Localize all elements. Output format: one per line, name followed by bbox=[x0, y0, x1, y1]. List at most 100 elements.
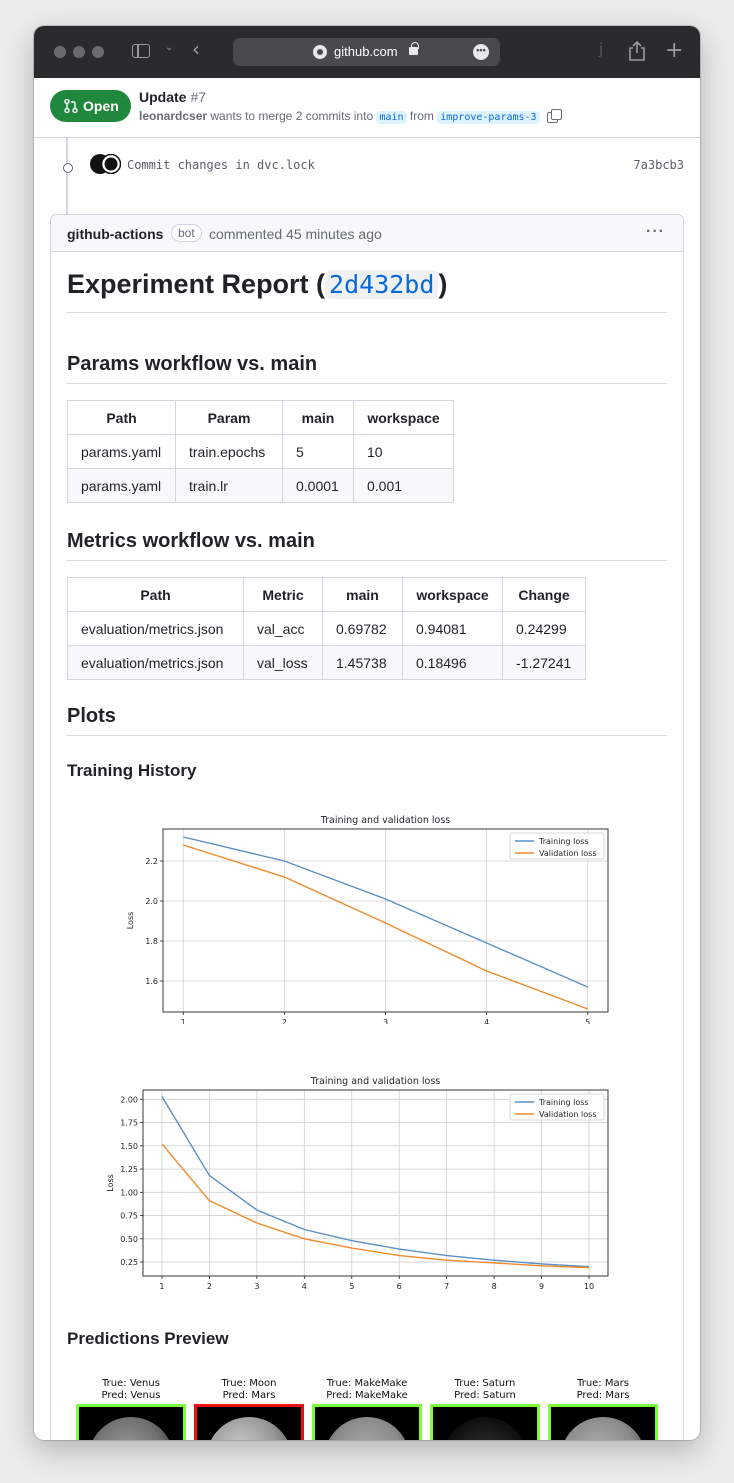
table-cell: 1.45738 bbox=[322, 645, 403, 680]
extension-icon[interactable]: j bbox=[599, 40, 603, 58]
table-header: main bbox=[282, 400, 354, 435]
table-cell: 0.94081 bbox=[402, 611, 503, 646]
new-tab-icon[interactable]: + bbox=[665, 38, 683, 63]
kebab-menu-icon[interactable]: ··· bbox=[646, 223, 665, 241]
sidebar-icon[interactable] bbox=[132, 44, 150, 58]
prediction-image bbox=[430, 1404, 540, 1440]
table-header: Path bbox=[67, 577, 244, 612]
planet-image bbox=[206, 1417, 292, 1440]
lock-icon bbox=[409, 42, 419, 55]
table-header: workspace bbox=[353, 400, 454, 435]
prediction-item: True: Mars Pred: Mars bbox=[548, 1378, 658, 1440]
table-cell: evaluation/metrics.json bbox=[67, 611, 244, 646]
y-tick-label: 0.50 bbox=[120, 1235, 138, 1244]
timeline-line bbox=[66, 138, 68, 218]
table-cell: evaluation/metrics.json bbox=[67, 645, 244, 680]
table-cell: val_acc bbox=[243, 611, 323, 646]
series-line bbox=[161, 1096, 590, 1268]
y-tick-label: 1.00 bbox=[120, 1188, 138, 1197]
table-header: Change bbox=[502, 577, 586, 612]
copy-icon[interactable] bbox=[546, 109, 562, 123]
chevron-down-icon[interactable]: ⌄ bbox=[165, 42, 173, 53]
y-axis-label: Loss bbox=[106, 1174, 115, 1192]
y-tick-label: 2.0 bbox=[145, 897, 158, 906]
legend-label: Validation loss bbox=[539, 849, 597, 858]
comment-timestamp[interactable]: commented 45 minutes ago bbox=[209, 226, 382, 242]
table-cell: 0.0001 bbox=[282, 468, 354, 503]
base-branch[interactable]: main bbox=[376, 111, 407, 124]
share-icon[interactable] bbox=[628, 40, 646, 62]
y-tick-label: 1.50 bbox=[120, 1142, 138, 1151]
table-cell: 0.24299 bbox=[502, 611, 586, 646]
loss-chart-5-epochs: 1 2 3 4 5 1.6 1.8 2.0 2.2 Training and validation… bbox=[126, 815, 609, 1024]
address-bar[interactable]: github.com ••• bbox=[233, 38, 500, 66]
x-tick-label: 2 bbox=[207, 1282, 212, 1291]
pr-author-link[interactable]: leonardcser bbox=[139, 109, 207, 123]
x-tick-label: 5 bbox=[585, 1018, 590, 1024]
table-cell: val_loss bbox=[243, 645, 323, 680]
plots-heading: Plots bbox=[67, 705, 116, 727]
head-branch[interactable]: improve-params-3 bbox=[437, 111, 540, 124]
x-tick-label: 3 bbox=[254, 1282, 259, 1291]
more-options-icon[interactable]: ••• bbox=[473, 44, 489, 60]
prediction-pred-label: Pred: Mars bbox=[222, 1390, 276, 1401]
comment-author-link[interactable]: github-actions bbox=[67, 226, 163, 242]
commit-avatar[interactable] bbox=[90, 154, 121, 174]
prediction-pred-label: Pred: Mars bbox=[576, 1390, 630, 1401]
prediction-pred-label: Pred: Saturn bbox=[454, 1390, 516, 1401]
metrics-heading: Metrics workflow vs. main bbox=[67, 530, 315, 552]
params-table: Path Param main workspace params.yaml tr… bbox=[67, 400, 454, 503]
x-tick-label: 5 bbox=[349, 1282, 354, 1291]
prediction-item: True: Saturn Pred: Saturn bbox=[430, 1378, 540, 1440]
prediction-true-label: True: MakeMake bbox=[326, 1378, 408, 1389]
legend-label: Training loss bbox=[538, 1098, 589, 1107]
x-tick-label: 10 bbox=[584, 1282, 594, 1291]
back-icon[interactable]: ‹ bbox=[192, 37, 200, 61]
zoom-window-button[interactable] bbox=[92, 46, 104, 58]
table-row: evaluation/metrics.json val_loss 1.45738… bbox=[67, 645, 586, 680]
table-cell: train.epochs bbox=[175, 434, 283, 469]
close-window-button[interactable] bbox=[54, 46, 66, 58]
url-text: github.com bbox=[334, 44, 398, 59]
prediction-image bbox=[312, 1404, 422, 1440]
planet-image bbox=[442, 1417, 528, 1440]
pull-request-header: Open Update #7 leonardcser wants to merge… bbox=[34, 78, 700, 138]
x-tick-label: 2 bbox=[282, 1018, 287, 1024]
predictions-grid: True: Venus Pred: Venus True: Moon Pred: Ma… bbox=[76, 1378, 666, 1440]
table-header: Param bbox=[175, 400, 283, 435]
y-tick-label: 1.25 bbox=[120, 1165, 138, 1174]
table-cell: 10 bbox=[353, 434, 454, 469]
table-row: params.yaml train.lr 0.0001 0.001 bbox=[67, 468, 454, 503]
pr-title[interactable]: Update #7 bbox=[139, 89, 206, 105]
x-tick-label: 6 bbox=[397, 1282, 402, 1291]
comment-header: github-actions bot commented 45 minutes … bbox=[51, 215, 683, 252]
prediction-image bbox=[76, 1404, 186, 1440]
git-commit-icon bbox=[60, 160, 74, 174]
chart-title: Training and validation loss bbox=[310, 1076, 441, 1087]
table-header: Metric bbox=[243, 577, 323, 612]
bot-badge: bot bbox=[171, 224, 202, 242]
y-tick-label: 1.6 bbox=[145, 977, 158, 986]
table-header: workspace bbox=[402, 577, 503, 612]
legend-label: Training loss bbox=[538, 837, 589, 846]
y-tick-label: 2.2 bbox=[145, 857, 158, 866]
heading-rule bbox=[67, 383, 667, 384]
prediction-pred-label: Pred: Venus bbox=[101, 1390, 161, 1401]
table-cell: 0.001 bbox=[353, 468, 454, 503]
x-tick-label: 1 bbox=[159, 1282, 164, 1291]
report-sha: 2d432bd bbox=[325, 270, 439, 299]
table-header: Path bbox=[67, 400, 176, 435]
heading-rule bbox=[67, 735, 667, 736]
prediction-item: True: Venus Pred: Venus bbox=[76, 1378, 186, 1440]
planet-image bbox=[560, 1417, 646, 1440]
x-tick-label: 4 bbox=[484, 1018, 489, 1024]
series-line bbox=[161, 1143, 590, 1269]
pr-status-badge: Open bbox=[50, 90, 131, 122]
commit-sha-link[interactable]: 7a3bcb3 bbox=[633, 158, 684, 172]
predictions-heading: Predictions Preview bbox=[67, 1329, 229, 1348]
report-heading: Experiment Report (2d432bd) bbox=[67, 269, 447, 300]
minimize-window-button[interactable] bbox=[73, 46, 85, 58]
table-cell: 0.18496 bbox=[402, 645, 503, 680]
commit-message-link[interactable]: Commit changes in dvc.lock bbox=[127, 158, 315, 172]
prediction-pred-label: Pred: MakeMake bbox=[326, 1390, 408, 1401]
